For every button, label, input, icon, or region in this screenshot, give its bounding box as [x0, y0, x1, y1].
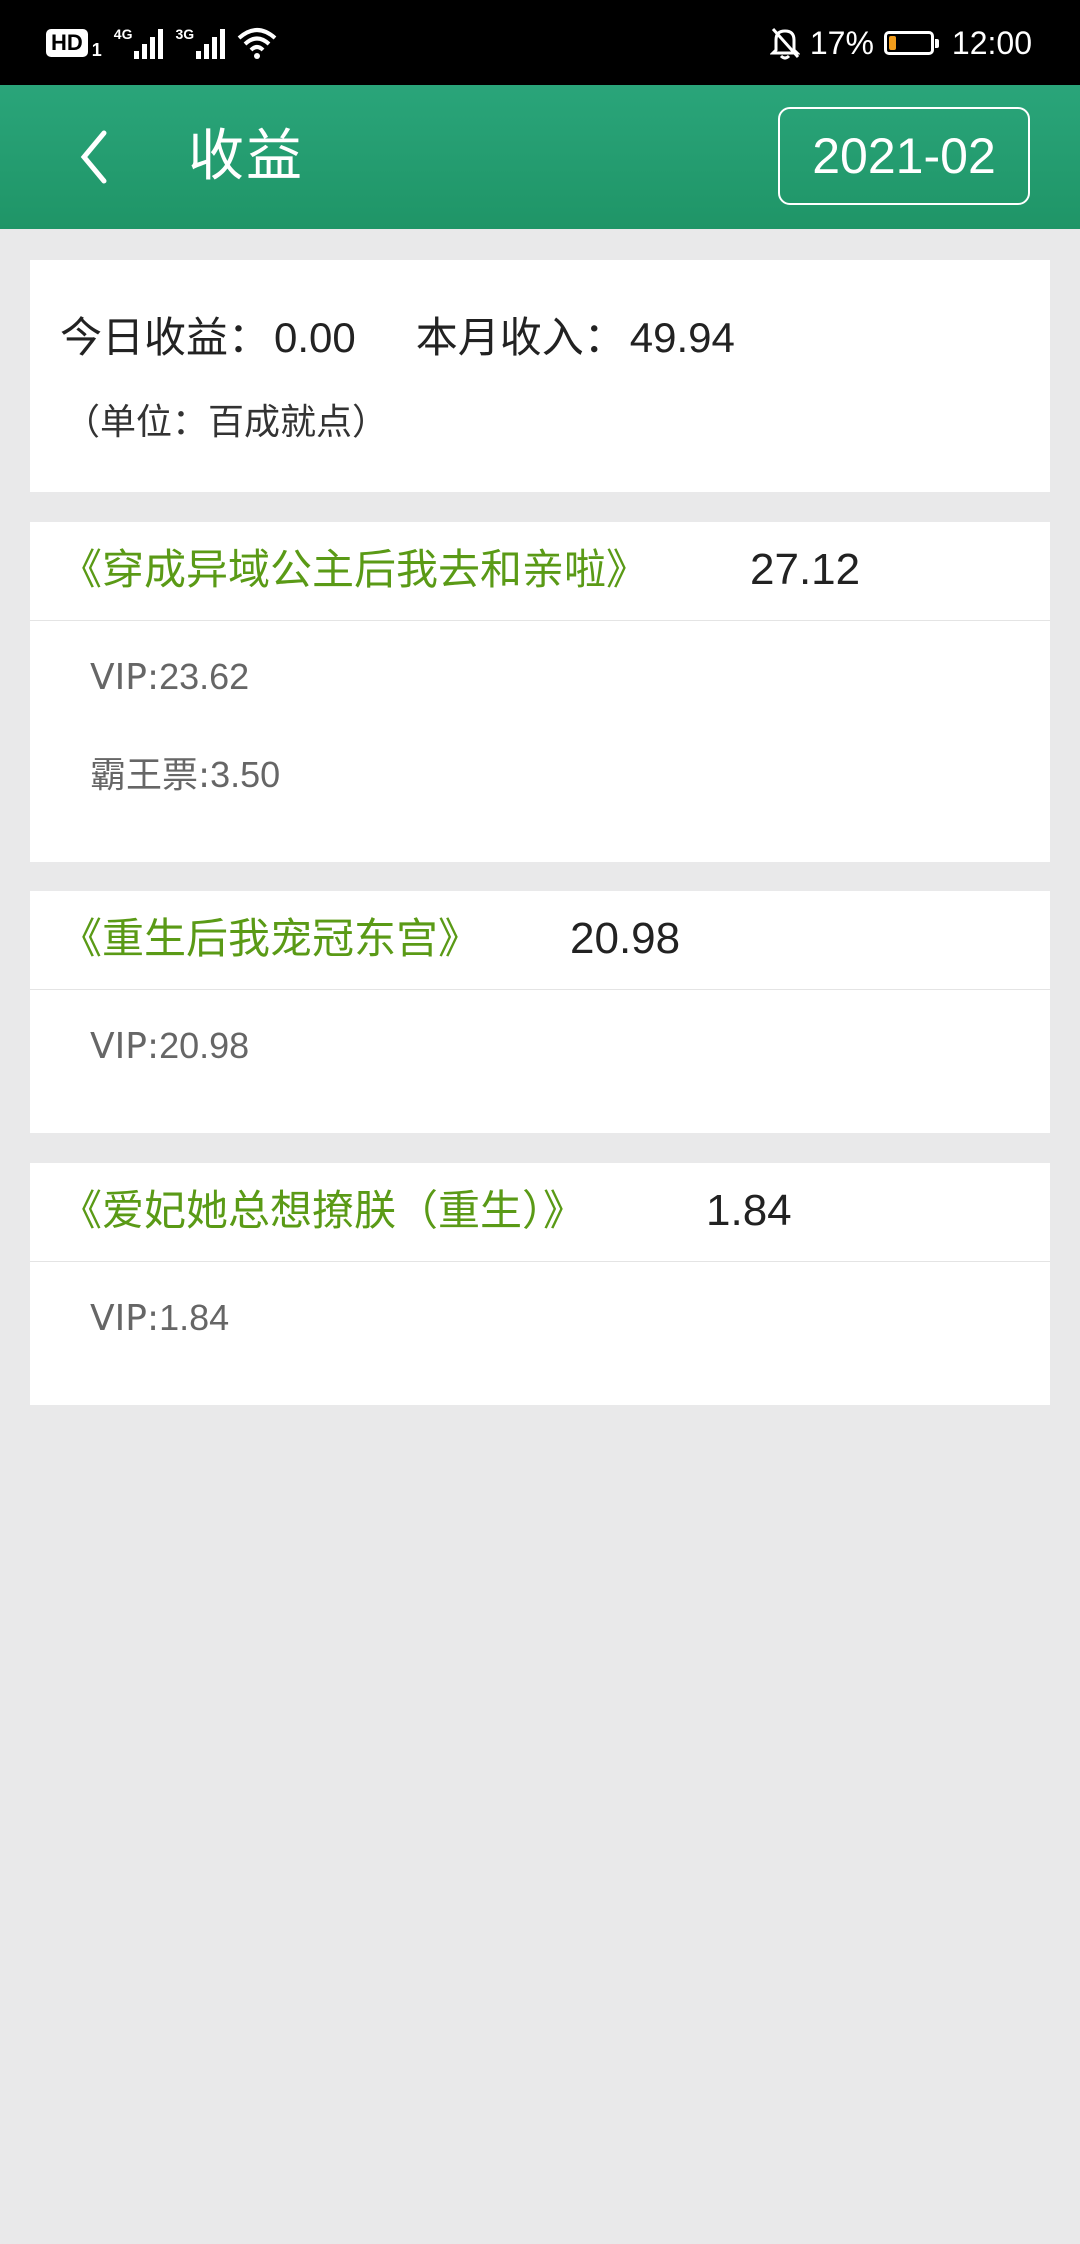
- income-line: VIP:23.62: [90, 652, 249, 703]
- book-total: 1.84: [706, 1186, 792, 1235]
- book-total: 27.12: [750, 545, 861, 594]
- income-line: VIP:20.98: [90, 1021, 249, 1072]
- month-income-value: 49.94: [629, 314, 735, 361]
- unit-note: （单位：百成就点）: [64, 402, 389, 443]
- book-total: 20.98: [570, 914, 681, 963]
- mute-bell-icon: [769, 28, 800, 60]
- income-line-label: 霸王票:: [90, 755, 211, 796]
- book-card[interactable]: 《重生后我宠冠东宫》 20.98 VIP:20.98: [30, 891, 1050, 1133]
- battery-level: [888, 36, 896, 50]
- income-line-label: VIP:: [90, 1298, 160, 1339]
- month-picker-button[interactable]: 2021-02: [778, 107, 1030, 205]
- income-line-value: 23.62: [159, 656, 250, 697]
- summary-line: 今日收益：0.00 本月收入：49.94: [60, 310, 735, 366]
- status-left: HD 1 4G 3G: [46, 20, 277, 66]
- income-line-label: VIP:: [90, 1026, 160, 1067]
- sim-number: 1: [91, 39, 102, 60]
- today-income-label: 今日收益：: [60, 313, 271, 362]
- network-type-1: 4G: [113, 26, 133, 42]
- battery-percent: 17%: [809, 24, 874, 61]
- status-right: 17% 12:00: [769, 20, 1032, 66]
- wifi-icon: [237, 28, 277, 59]
- income-line-label: VIP:: [90, 657, 160, 698]
- month-income-label: 本月收入：: [415, 313, 626, 362]
- back-button[interactable]: [70, 125, 130, 189]
- summary-card: 今日收益：0.00 本月收入：49.94 （单位：百成就点）: [30, 260, 1050, 492]
- hd-badge: HD: [46, 29, 88, 57]
- book-header: 《穿成异域公主后我去和亲啦》 27.12: [30, 522, 1050, 621]
- book-card[interactable]: 《爱妃她总想撩朕（重生）》 1.84 VIP:1.84: [30, 1163, 1050, 1405]
- book-card[interactable]: 《穿成异域公主后我去和亲啦》 27.12 VIP:23.62 霸王票:3.50: [30, 522, 1050, 862]
- book-title: 《爱妃她总想撩朕（重生）》: [60, 1186, 586, 1235]
- income-line-value: 20.98: [159, 1025, 250, 1066]
- page-title: 收益: [188, 124, 304, 189]
- book-header: 《爱妃她总想撩朕（重生）》 1.84: [30, 1163, 1050, 1262]
- income-line: VIP:1.84: [90, 1293, 229, 1344]
- income-line: 霸王票:3.50: [90, 750, 280, 801]
- signal-icon-2: 3G: [175, 26, 226, 59]
- network-type-2: 3G: [175, 26, 195, 42]
- book-title: 《重生后我宠冠东宫》: [60, 914, 481, 963]
- book-header: 《重生后我宠冠东宫》 20.98: [30, 891, 1050, 990]
- today-income-value: 0.00: [274, 314, 356, 361]
- chevron-left-icon: [80, 130, 107, 184]
- app-header: 收益 2021-02: [0, 85, 1080, 229]
- book-title: 《穿成异域公主后我去和亲啦》: [60, 545, 649, 594]
- income-line-value: 1.84: [159, 1297, 230, 1338]
- clock: 12:00: [951, 24, 1032, 61]
- signal-icon: 4G: [114, 27, 164, 59]
- income-line-value: 3.50: [210, 754, 281, 795]
- status-bar: HD 1 4G 3G 17% 12:00: [0, 0, 1080, 85]
- battery-icon: [883, 31, 939, 55]
